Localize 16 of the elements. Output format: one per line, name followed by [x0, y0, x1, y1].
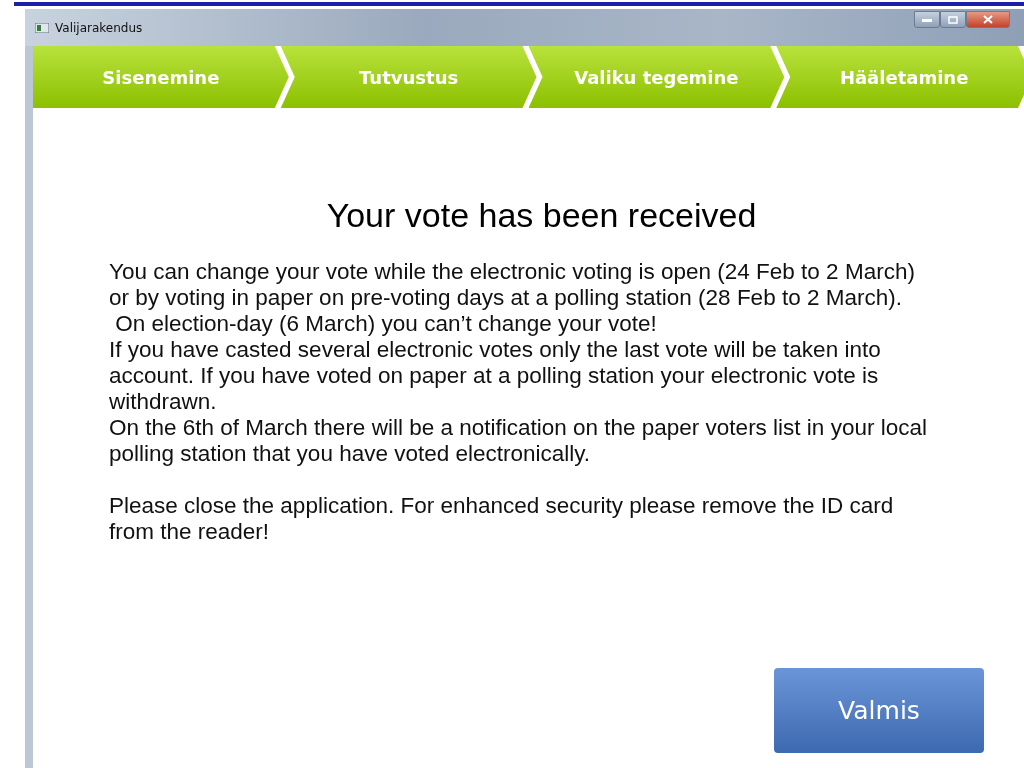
maximize-button[interactable] [940, 11, 966, 28]
message-paragraph: Please close the application. For enhanced security please remove the ID card from the reader! [109, 493, 895, 545]
wizard-step: Hääletamine [776, 46, 1024, 108]
wizard-step: Tutvustus [280, 46, 537, 108]
app-icon [35, 22, 49, 33]
message-paragraph: You can change your vote while the electronic voting is open (24 Feb to 2 March) or by voting in paper on pre-voting days at a polling station (28 Feb to 2 March). On election-day (6 March) you can’t change your vote! If you have casted several electronic votes only the last vote will be taken into account. If you have voted on paper at a polling station your electronic vote is withdrawn. On the 6th of March there will be a notification on the paper voters list in your local polling station that you have voted electronically. [109, 259, 928, 467]
window-title: Valijarakendus [55, 20, 143, 35]
minimize-icon [922, 17, 932, 22]
close-button[interactable] [966, 11, 1010, 28]
close-icon [983, 15, 993, 24]
heading: Your vote has been received [325, 196, 758, 235]
maximize-icon [948, 15, 958, 24]
wizard-step: Sisenemine [33, 46, 289, 108]
done-button[interactable]: Valmis [774, 668, 984, 753]
minimize-button[interactable] [914, 11, 940, 28]
wizard-step: Valiku tegemine [528, 46, 785, 108]
